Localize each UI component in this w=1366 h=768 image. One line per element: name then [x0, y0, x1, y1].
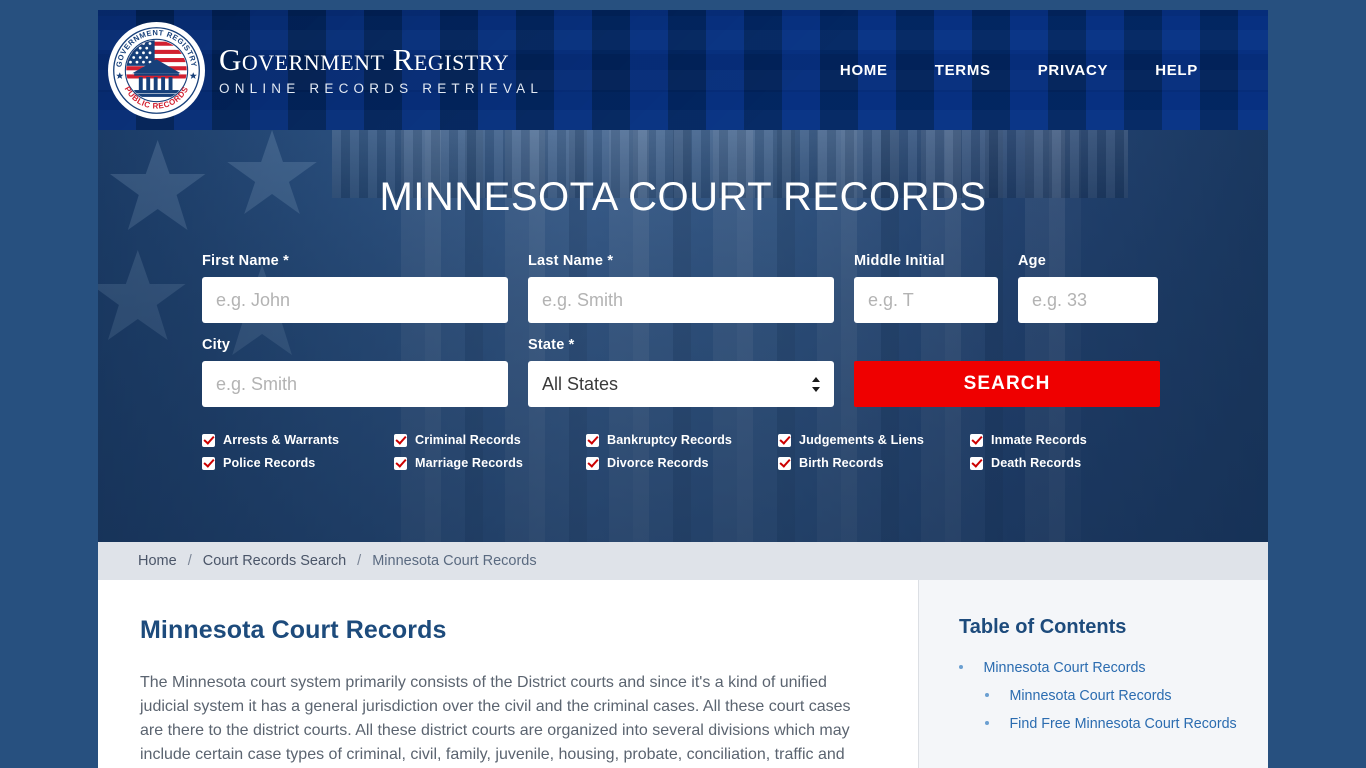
page-title: MINNESOTA COURT RECORDS [379, 175, 987, 219]
checkmark-icon [202, 433, 215, 447]
state-select[interactable]: All States [528, 361, 834, 407]
state-label: State * [528, 337, 575, 353]
article-content: Minnesota Court Records The Minnesota co… [98, 580, 918, 768]
bullet-icon [985, 721, 989, 725]
checkbox-label: Arrests & Warrants [223, 433, 340, 447]
first-name-label: First Name * [202, 253, 290, 269]
checkmark-icon [586, 433, 599, 447]
checkmark-icon [778, 456, 791, 470]
records-search-form: First Name * Last Name * Middle Initial … [202, 253, 1164, 470]
toc-link-find-free-minnesota-court-records[interactable]: Find Free Minnesota Court Records [1009, 716, 1236, 732]
toc-item: Minnesota Court Records Minnesota Court … [959, 659, 1244, 733]
checkmark-icon [394, 433, 407, 447]
age-input[interactable] [1018, 277, 1158, 323]
middle-initial-input[interactable] [854, 277, 998, 323]
checkbox-marriage-records[interactable]: Marriage Records [394, 456, 586, 470]
checkmark-icon [202, 456, 215, 470]
toc-heading: Table of Contents [959, 616, 1127, 638]
city-field-group: City [202, 337, 508, 407]
checkbox-label: Police Records [223, 456, 316, 470]
middle-initial-label: Middle Initial [854, 253, 945, 269]
bullet-icon [985, 693, 989, 697]
checkbox-label: Judgements & Liens [799, 433, 924, 447]
toc-list: Minnesota Court Records Minnesota Court … [959, 659, 1244, 733]
checkbox-criminal-records[interactable]: Criminal Records [394, 433, 586, 447]
main-navigation: HOME TERMS PRIVACY HELP [840, 62, 1198, 79]
brand-subtitle: ONLINE RECORDS RETRIEVAL [219, 81, 544, 97]
age-field-group: Age [1018, 253, 1158, 323]
toc-link-minnesota-court-records-sub[interactable]: Minnesota Court Records [1009, 688, 1171, 704]
checkbox-label: Bankruptcy Records [607, 433, 732, 447]
bullet-icon [959, 665, 963, 669]
first-name-field-group: First Name * [202, 253, 508, 323]
nav-item-help[interactable]: HELP [1155, 62, 1198, 79]
checkbox-death-records[interactable]: Death Records [970, 456, 1162, 470]
page-container: GOVERNMENT REGISTRY PUBLIC RECORDS Gover… [98, 10, 1268, 768]
checkbox-police-records[interactable]: Police Records [202, 456, 394, 470]
city-label: City [202, 337, 231, 353]
last-name-field-group: Last Name * [528, 253, 834, 323]
checkmark-icon [970, 433, 983, 447]
toc-sublist: Minnesota Court Records Find Free Minnes… [959, 687, 1244, 733]
checkbox-judgements-liens[interactable]: Judgements & Liens [778, 433, 970, 447]
breadcrumb-item-court-records-search[interactable]: Court Records Search [203, 553, 346, 569]
article-paragraph: The Minnesota court system primarily con… [140, 674, 851, 763]
last-name-input[interactable] [528, 277, 834, 323]
checkbox-label: Marriage Records [415, 456, 523, 470]
checkbox-label: Divorce Records [607, 456, 709, 470]
brand-text: Government Registry ONLINE RECORDS RETRI… [219, 41, 544, 97]
search-button[interactable]: SEARCH [854, 361, 1160, 407]
nav-item-home[interactable]: HOME [840, 62, 888, 79]
toc-subitem: Find Free Minnesota Court Records [985, 715, 1244, 733]
nav-item-privacy[interactable]: PRIVACY [1038, 62, 1108, 79]
toc-subitem: Minnesota Court Records [985, 687, 1244, 705]
city-input[interactable] [202, 361, 508, 407]
checkbox-divorce-records[interactable]: Divorce Records [586, 456, 778, 470]
checkbox-inmate-records[interactable]: Inmate Records [970, 433, 1162, 447]
checkbox-label: Birth Records [799, 456, 884, 470]
checkmark-icon [394, 456, 407, 470]
checkbox-birth-records[interactable]: Birth Records [778, 456, 970, 470]
checkbox-arrests-warrants[interactable]: Arrests & Warrants [202, 433, 394, 447]
checkbox-label: Inmate Records [991, 433, 1087, 447]
hero-search-section: MINNESOTA COURT RECORDS First Name * Las… [98, 130, 1268, 542]
middle-initial-field-group: Middle Initial [854, 253, 998, 323]
last-name-label: Last Name * [528, 253, 614, 269]
first-name-input[interactable] [202, 277, 508, 323]
government-registry-seal-icon: GOVERNMENT REGISTRY PUBLIC RECORDS [110, 24, 203, 116]
table-of-contents-panel: Table of Contents Minnesota Court Record… [918, 580, 1268, 768]
breadcrumb-separator: / [187, 553, 192, 569]
checkmark-icon [970, 456, 983, 470]
checkmark-icon [778, 433, 791, 447]
brand-title: Government Registry [219, 41, 510, 77]
breadcrumb-separator: / [357, 553, 362, 569]
site-logo-seal[interactable]: GOVERNMENT REGISTRY PUBLIC RECORDS [110, 23, 203, 117]
checkmark-icon [586, 456, 599, 470]
state-field-group: State * All States [528, 337, 834, 407]
article-heading: Minnesota Court Records [140, 616, 447, 644]
content-area: Minnesota Court Records The Minnesota co… [98, 580, 1268, 768]
checkbox-label: Death Records [991, 456, 1082, 470]
checkbox-bankruptcy-records[interactable]: Bankruptcy Records [586, 433, 778, 447]
site-header: GOVERNMENT REGISTRY PUBLIC RECORDS Gover… [98, 10, 1268, 130]
record-type-checkbox-grid: Arrests & Warrants Criminal Records Bank… [202, 433, 1164, 470]
toc-link-minnesota-court-records[interactable]: Minnesota Court Records [983, 660, 1145, 676]
age-label: Age [1018, 253, 1046, 269]
checkbox-label: Criminal Records [415, 433, 521, 447]
breadcrumb: Home / Court Records Search / Minnesota … [98, 542, 1268, 580]
nav-item-terms[interactable]: TERMS [935, 62, 991, 79]
breadcrumb-item-current: Minnesota Court Records [372, 553, 537, 569]
breadcrumb-item-home[interactable]: Home [138, 553, 177, 569]
